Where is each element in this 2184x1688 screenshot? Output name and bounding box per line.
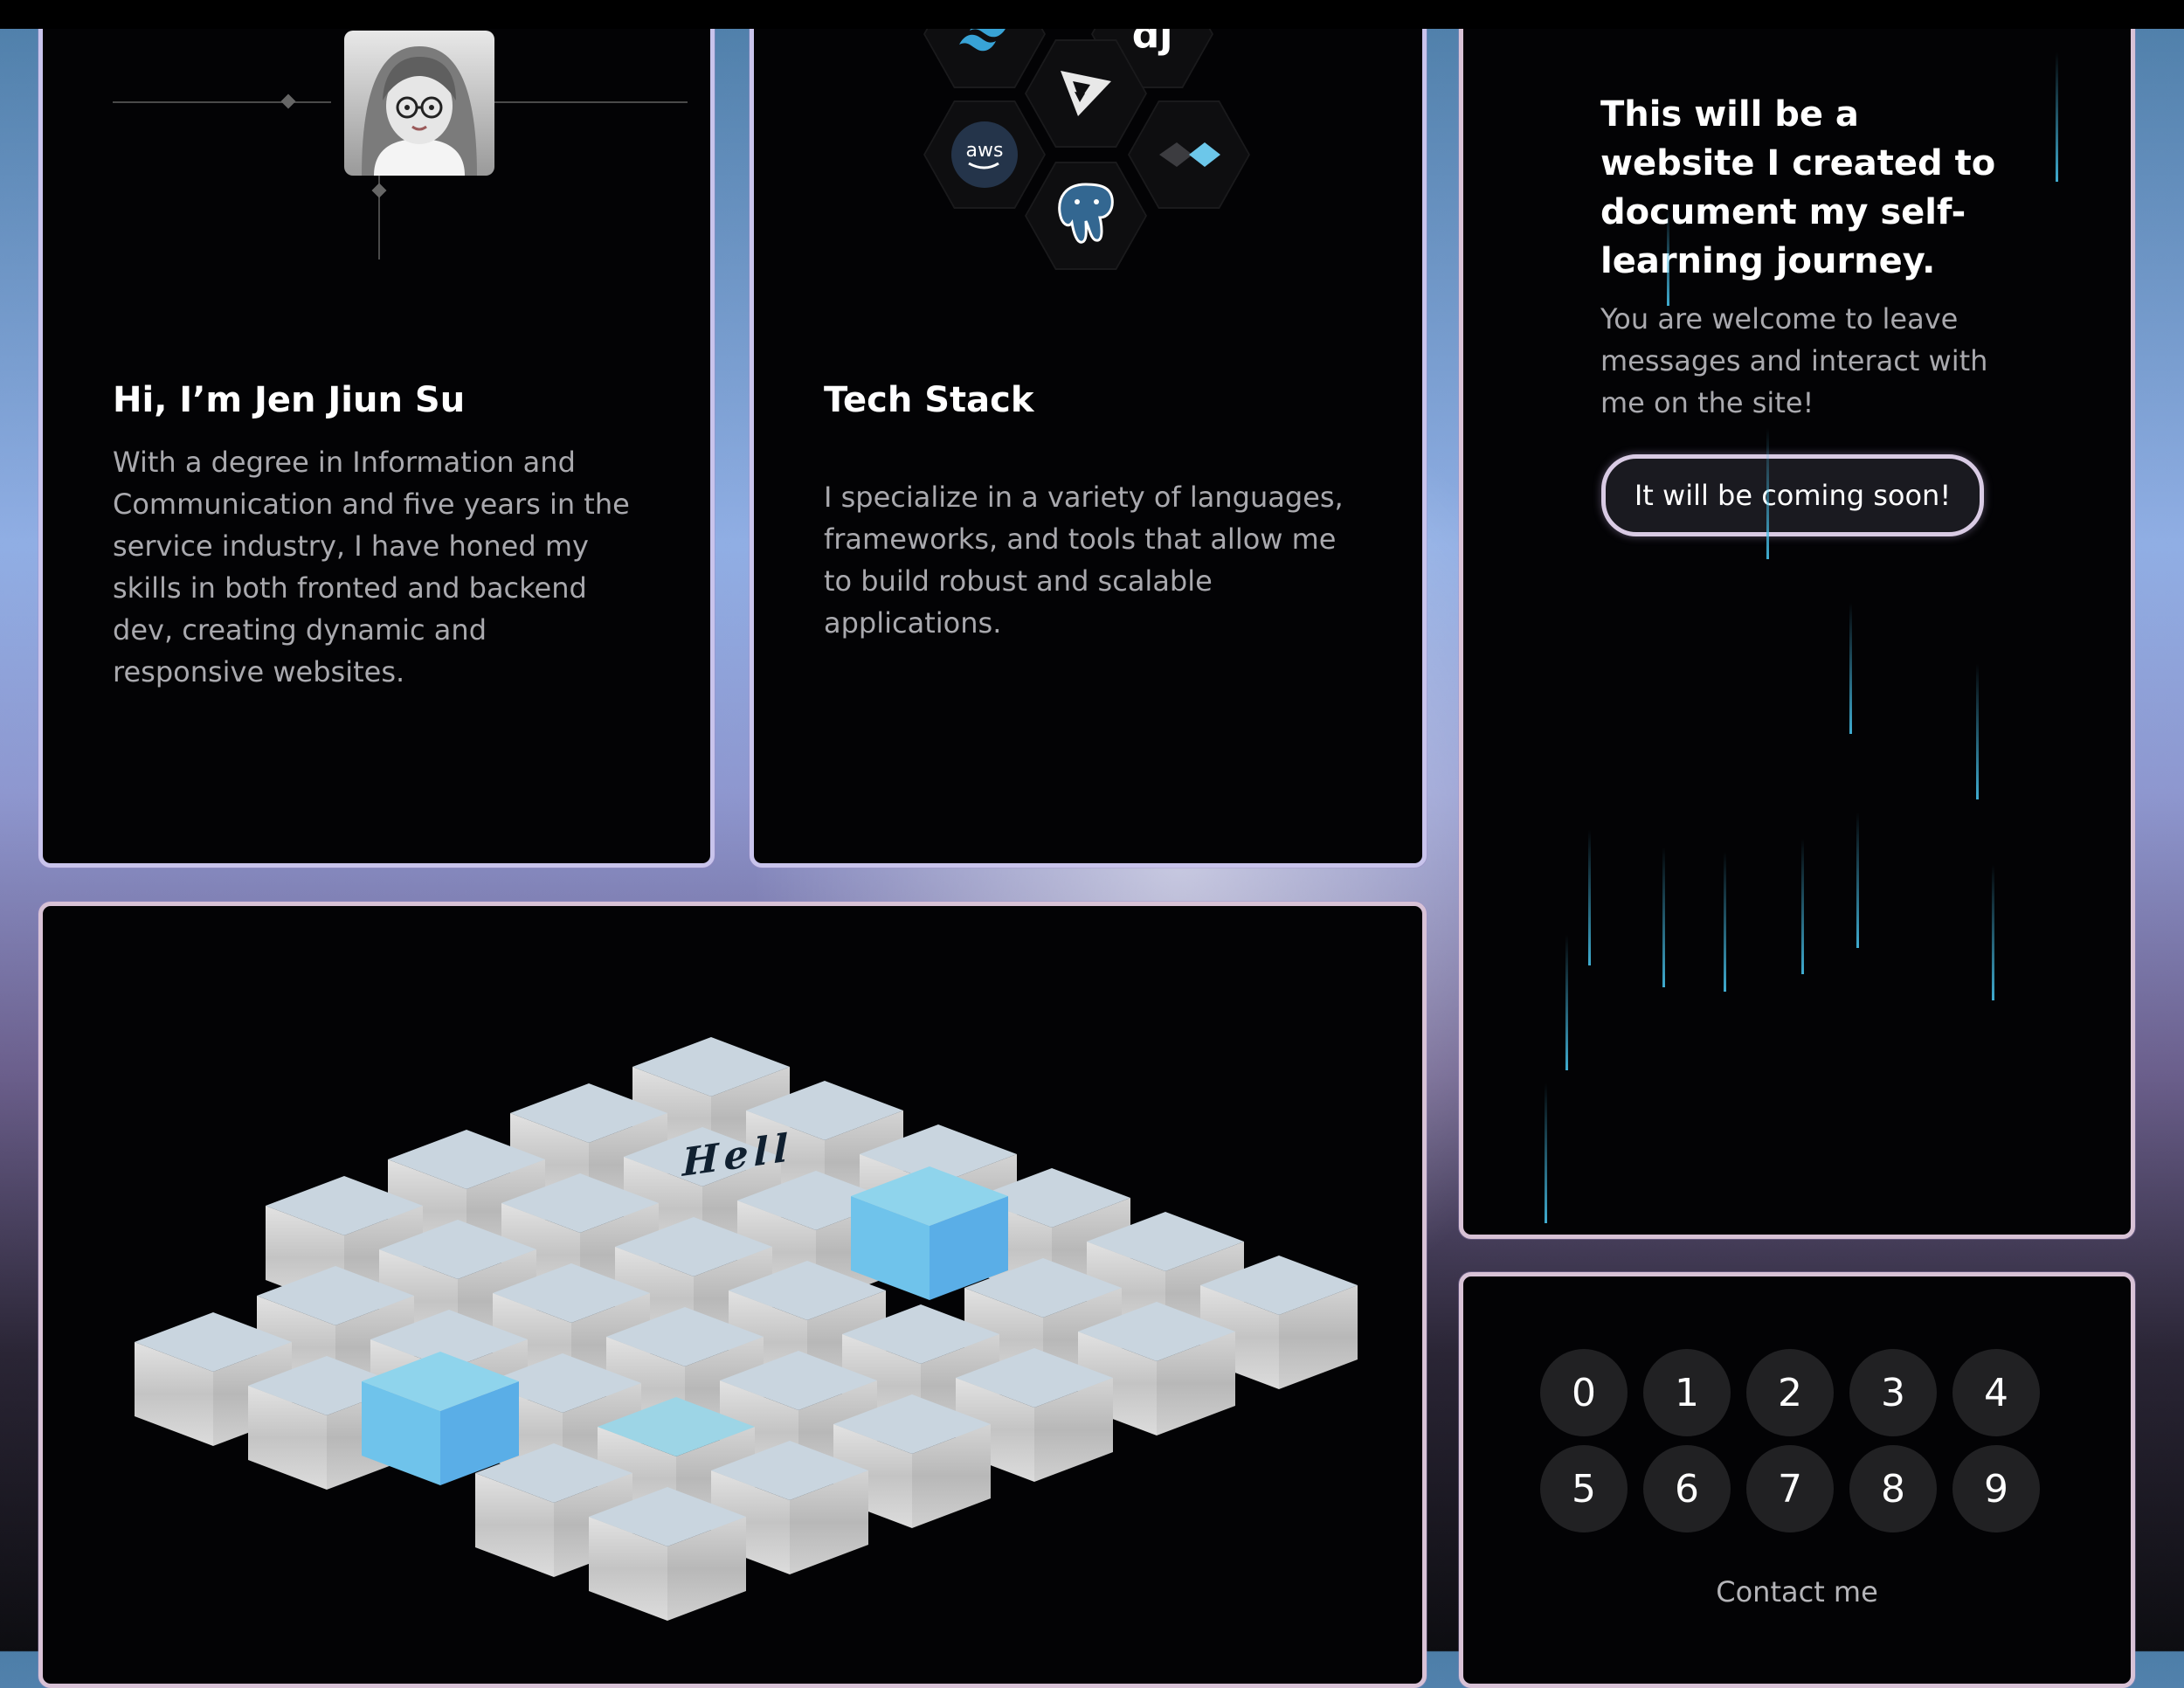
top-bar (0, 0, 2184, 29)
rain-streak (2056, 52, 2058, 182)
tech-stack-description: I specialize in a variety of languages, … (824, 481, 1344, 640)
rain-streak (1588, 830, 1591, 965)
tech-stack-title: Tech Stack (824, 380, 1034, 420)
journey-title: This will be a website I created to docu… (1600, 94, 1996, 281)
rain-streak (1662, 847, 1665, 987)
connector-line-left (113, 101, 331, 103)
rain-streak (1565, 935, 1568, 1070)
postgresql-icon (1026, 163, 1145, 268)
coming-soon-button[interactable]: It will be coming soon! (1601, 454, 1984, 536)
connector-node (280, 93, 296, 109)
digit-button-3[interactable]: 3 (1849, 1349, 1937, 1436)
digit-button-8[interactable]: 8 (1849, 1445, 1937, 1532)
contact-link[interactable]: Contact me (1463, 1575, 2131, 1608)
aws-text: aws (965, 139, 1004, 162)
tech-stack-card: dj aws Tech Stack I specialize in a vari… (750, 0, 1427, 868)
digit-button-0[interactable]: 0 (1540, 1349, 1628, 1436)
digit-button-4[interactable]: 4 (1952, 1349, 2040, 1436)
connector-node (371, 183, 387, 198)
digit-button-6[interactable]: 6 (1643, 1445, 1731, 1532)
contact-card: 0 1 2 3 4 5 6 7 8 9 Contact me (1459, 1272, 2135, 1688)
digit-button-1[interactable]: 1 (1643, 1349, 1731, 1436)
digit-button-9[interactable]: 9 (1952, 1445, 2040, 1532)
digit-button-2[interactable]: 2 (1746, 1349, 1834, 1436)
hex-tile: aws (923, 100, 1046, 209)
journey-card: This will be a website I created to docu… (1459, 0, 2135, 1239)
connector-line-right (471, 101, 688, 103)
cubes-card: Hell (38, 902, 1427, 1688)
rain-streak (1766, 428, 1769, 559)
intro-title: Hi, I’m Jen Jiun Su (113, 380, 466, 420)
intro-description: With a degree in Information and Communi… (113, 446, 630, 688)
hex-tile (1025, 162, 1147, 270)
digit-button-7[interactable]: 7 (1746, 1445, 1834, 1532)
aws-icon: aws (925, 102, 1044, 207)
rain-streak (1801, 839, 1804, 974)
hex-tile (1128, 100, 1250, 209)
rain-streak (1724, 852, 1726, 992)
avatar (344, 31, 494, 176)
rain-streak (1976, 664, 1979, 799)
rain-streak (1667, 210, 1669, 306)
rain-streak (1545, 1083, 1547, 1223)
cube-grid (135, 1037, 1358, 1621)
intro-card: Hi, I’m Jen Jiun Su With a degree in Inf… (38, 0, 715, 868)
rain-streak (1849, 603, 1852, 734)
rain-streak (1992, 865, 1994, 1000)
rain-streak (1856, 813, 1859, 948)
chevron-logo-icon (1130, 102, 1248, 207)
journey-description: You are welcome to leave messages and in… (1600, 302, 1988, 419)
aws-badge: aws (951, 121, 1018, 188)
digit-button-5[interactable]: 5 (1540, 1445, 1628, 1532)
